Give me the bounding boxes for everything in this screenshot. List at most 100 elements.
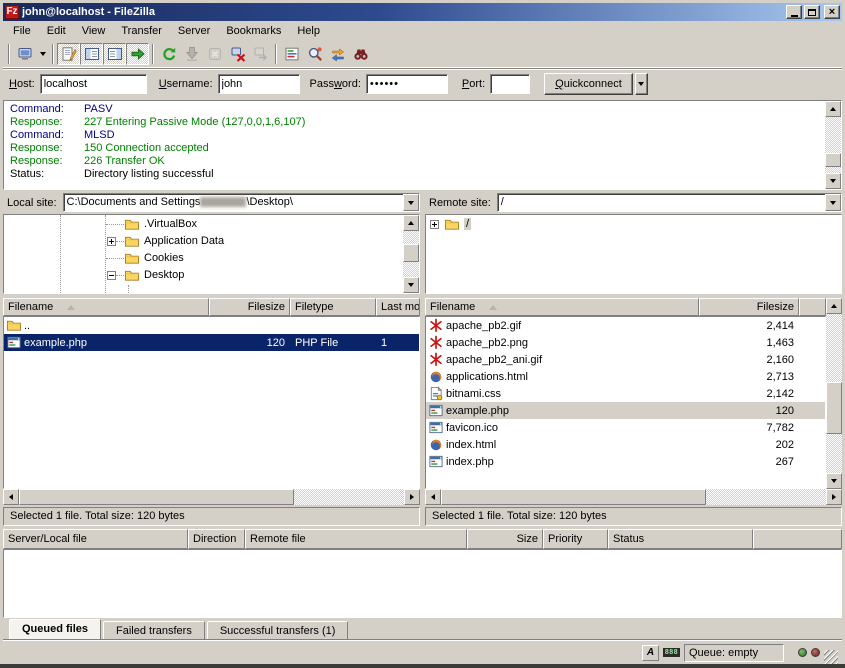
synchronized-browsing-button[interactable] (326, 43, 349, 65)
scroll-thumb[interactable] (19, 489, 294, 505)
find-files-button[interactable] (349, 43, 372, 65)
column-header-filename[interactable]: Filename (425, 298, 699, 316)
remote-site-label: Remote site: (425, 197, 497, 209)
tree-item-desktop[interactable]: Desktop (4, 267, 403, 284)
site-manager-button[interactable] (13, 43, 36, 65)
file-row[interactable]: apache_pb2.gif2,414 (426, 317, 825, 334)
menu-bookmarks[interactable]: Bookmarks (218, 23, 289, 39)
column-header-last-modified[interactable]: Last modified (376, 298, 420, 316)
tree-item-virtualbox[interactable]: .VirtualBox (4, 216, 403, 233)
reconnect-button[interactable] (249, 43, 272, 65)
local-site-combo[interactable]: C:\Documents and Settings\Desktop\ (63, 193, 420, 212)
scroll-thumb[interactable] (825, 153, 841, 167)
menu-help[interactable]: Help (289, 23, 328, 39)
file-row-example-php[interactable]: example.php 120 PHP File 1 (4, 334, 419, 351)
username-input[interactable] (218, 74, 300, 94)
tab-queued-files[interactable]: Queued files (9, 619, 101, 640)
menu-transfer[interactable]: Transfer (113, 23, 170, 39)
menu-edit[interactable]: Edit (39, 23, 74, 39)
tree-expander-minus[interactable] (107, 271, 116, 280)
column-header-direction[interactable]: Direction (188, 529, 245, 549)
tree-expander-plus[interactable] (107, 237, 116, 246)
queue-list[interactable] (3, 549, 842, 618)
file-row-parent-dir[interactable]: .. (4, 317, 419, 334)
column-header-server-local-file[interactable]: Server/Local file (3, 529, 188, 549)
file-row[interactable]: apache_pb2.png1,463 (426, 334, 825, 351)
tree-item-application-data[interactable]: Application Data (4, 233, 403, 250)
menu-file[interactable]: File (5, 23, 39, 39)
scroll-up-button[interactable] (825, 101, 841, 117)
column-header-priority[interactable]: Priority (543, 529, 608, 549)
file-row[interactable]: index.php267 (426, 453, 825, 470)
remote-file-list[interactable]: apache_pb2.gif2,414 apache_pb2.png1,463 … (425, 316, 826, 489)
file-row[interactable]: favicon.ico7,782 (426, 419, 825, 436)
scroll-down-button[interactable] (825, 173, 841, 189)
log-lines[interactable]: Command:PASV Response:227 Entering Passi… (4, 101, 825, 189)
column-header-filesize[interactable]: Filesize (209, 298, 290, 316)
tree-item-root[interactable]: / (426, 216, 841, 233)
remote-site-combo[interactable]: / (497, 193, 842, 212)
local-tree-view[interactable]: .VirtualBox Application Data Cookies (4, 215, 403, 293)
transfer-type-icon[interactable]: A (642, 645, 659, 661)
resize-grip[interactable] (824, 650, 838, 664)
scroll-down-button[interactable] (826, 473, 842, 489)
close-button[interactable]: × (824, 5, 840, 19)
menu-view[interactable]: View (74, 23, 114, 39)
file-row[interactable]: applications.html2,713 (426, 368, 825, 385)
column-header-filename[interactable]: Filename (3, 298, 209, 316)
scroll-thumb[interactable] (826, 382, 842, 434)
maximize-button[interactable] (804, 5, 820, 19)
host-input[interactable] (40, 74, 147, 94)
file-row[interactable]: bitnami.css2,142 (426, 385, 825, 402)
quickconnect-button[interactable]: Quickconnect (544, 73, 633, 95)
quickconnect-dropdown[interactable] (635, 73, 648, 95)
scroll-up-button[interactable] (826, 298, 842, 314)
scroll-thumb[interactable] (403, 244, 419, 262)
local-hscrollbar[interactable] (3, 489, 420, 505)
minimize-button[interactable] (786, 5, 802, 19)
remote-tree-view[interactable]: / (426, 215, 841, 293)
remote-hscrollbar[interactable] (425, 489, 842, 505)
scroll-down-button[interactable] (403, 277, 419, 293)
toggle-queue-button[interactable] (126, 43, 149, 65)
column-header-remote-file[interactable]: Remote file (245, 529, 467, 549)
menu-server[interactable]: Server (170, 23, 218, 39)
speed-limits-icon[interactable]: 888 (663, 645, 680, 661)
cancel-operation-button[interactable] (203, 43, 226, 65)
directory-comparison-button[interactable] (303, 43, 326, 65)
file-row[interactable]: index.html202 (426, 436, 825, 453)
column-header-status[interactable]: Status (608, 529, 753, 549)
remote-list-scrollbar[interactable] (826, 298, 842, 489)
column-header-filesize[interactable]: Filesize (699, 298, 799, 316)
scroll-right-button[interactable] (826, 489, 842, 505)
scroll-right-button[interactable] (404, 489, 420, 505)
toggle-local-tree-button[interactable] (80, 43, 103, 65)
local-file-list[interactable]: .. example.php 120 PHP File 1 (3, 316, 420, 489)
tab-failed-transfers[interactable]: Failed transfers (103, 621, 205, 640)
toggle-message-log-button[interactable] (57, 43, 80, 65)
tree-item-cookies[interactable]: Cookies (4, 250, 403, 267)
file-row[interactable]: apache_pb2_ani.gif2,160 (426, 351, 825, 368)
directory-filters-button[interactable] (280, 43, 303, 65)
local-tree-scrollbar[interactable] (403, 215, 419, 293)
column-header-size[interactable]: Size (467, 529, 543, 549)
tree-expander-plus[interactable] (430, 220, 439, 229)
log-scrollbar[interactable] (825, 101, 841, 189)
site-manager-dropdown[interactable] (36, 43, 49, 65)
process-queue-button[interactable] (180, 43, 203, 65)
password-input[interactable] (366, 74, 448, 94)
refresh-button[interactable] (157, 43, 180, 65)
tab-successful-transfers[interactable]: Successful transfers (1) (207, 621, 349, 640)
scroll-thumb[interactable] (441, 489, 706, 505)
toggle-remote-tree-button[interactable] (103, 43, 126, 65)
remote-site-dropdown[interactable] (825, 194, 841, 211)
firefox-icon (428, 369, 444, 384)
column-header-filetype[interactable]: Filetype (290, 298, 376, 316)
port-input[interactable] (490, 74, 530, 94)
scroll-up-button[interactable] (403, 215, 419, 231)
scroll-left-button[interactable] (425, 489, 441, 505)
disconnect-button[interactable] (226, 43, 249, 65)
file-row-selected[interactable]: example.php120 (426, 402, 825, 419)
scroll-left-button[interactable] (3, 489, 19, 505)
local-site-dropdown[interactable] (403, 194, 419, 211)
